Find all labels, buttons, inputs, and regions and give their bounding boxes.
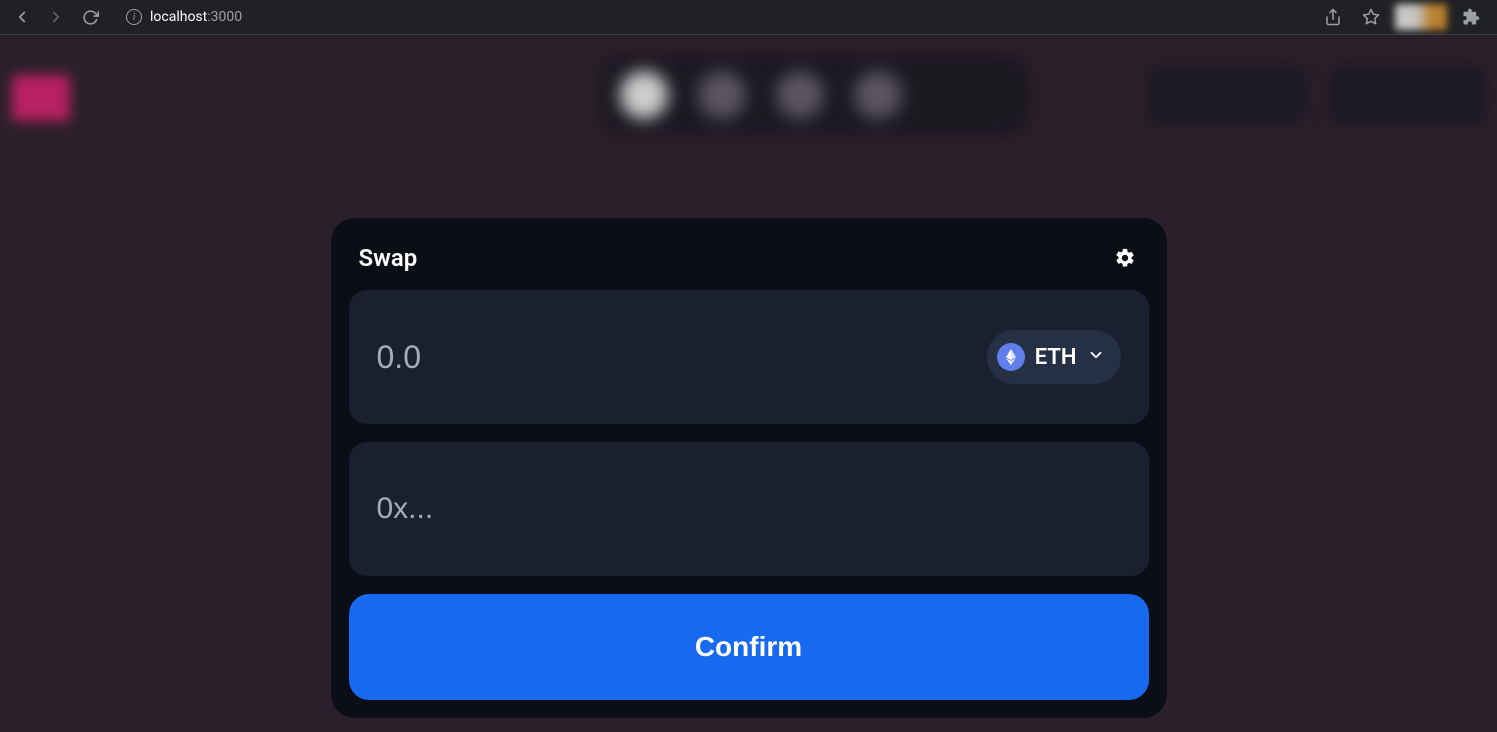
swap-title: Swap <box>359 244 418 272</box>
back-button[interactable] <box>8 3 36 31</box>
token-symbol: ETH <box>1035 345 1077 370</box>
share-button[interactable] <box>1319 3 1347 31</box>
app-logo[interactable] <box>12 75 70 121</box>
confirm-button[interactable]: Confirm <box>349 594 1149 700</box>
top-nav <box>600 55 1030 135</box>
amount-input[interactable] <box>377 339 823 376</box>
ethereum-icon <box>997 343 1025 371</box>
amount-panel: ETH <box>349 290 1149 424</box>
url-text: localhost:3000 <box>150 9 242 25</box>
address-panel <box>349 442 1149 576</box>
extensions-button[interactable] <box>1457 3 1485 31</box>
address-input[interactable] <box>377 492 1121 526</box>
gear-icon <box>1114 247 1136 269</box>
address-bar[interactable]: i localhost:3000 <box>116 3 1307 31</box>
token-selector[interactable]: ETH <box>987 330 1121 384</box>
chevron-down-icon <box>1087 346 1105 368</box>
swap-card: Swap ETH Confirm <box>331 218 1167 718</box>
forward-button[interactable] <box>42 3 70 31</box>
page-content: Swap ETH Confirm <box>0 35 1497 732</box>
reload-button[interactable] <box>76 3 104 31</box>
top-right-controls <box>1147 65 1487 125</box>
site-info-icon[interactable]: i <box>126 9 142 25</box>
settings-button[interactable] <box>1111 244 1139 272</box>
bookmark-button[interactable] <box>1357 3 1385 31</box>
profile-avatar[interactable] <box>1395 4 1447 30</box>
browser-toolbar: i localhost:3000 <box>0 0 1497 35</box>
